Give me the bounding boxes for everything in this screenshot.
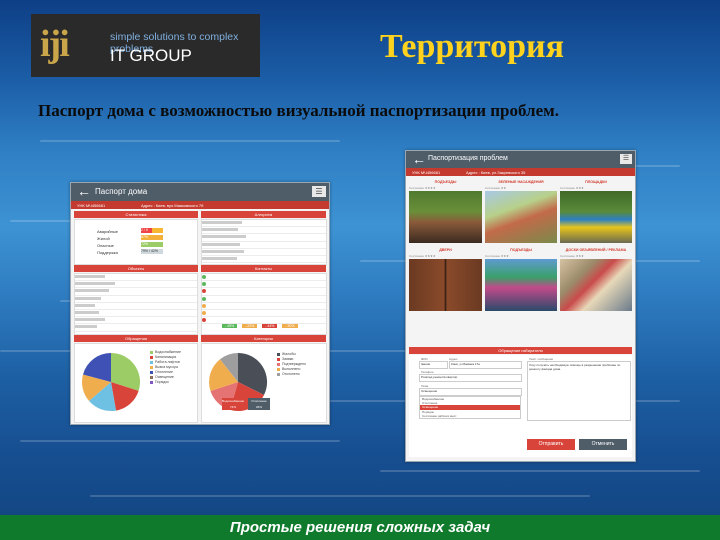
- doors-photo: [409, 259, 482, 311]
- footer-text: Простые решения сложных задач: [229, 519, 491, 536]
- stat-value: 87%: [141, 235, 163, 240]
- badge: - 44%: [262, 324, 278, 329]
- alerts-table: [201, 219, 327, 265]
- cancel-button[interactable]: Отменить: [579, 439, 627, 450]
- stat-value: 72%: [141, 242, 163, 247]
- badge: - 30%: [282, 324, 298, 329]
- problem-tile[interactable]: ДВЕРИ Состояние ★★★★: [409, 248, 482, 311]
- stat-label: Поддержка: [97, 250, 118, 255]
- playground-photo: [560, 191, 632, 243]
- appeals-pie: [82, 353, 140, 412]
- id-label: УНК МЧ456681: [77, 203, 106, 208]
- company-logo: iji simple solutions to complex problems…: [31, 14, 260, 77]
- name-field[interactable]: Іванов: [419, 361, 448, 369]
- topic-dropdown-list[interactable]: Водоснабжение Отопление Освещение Порядо…: [419, 396, 521, 419]
- section-categories: Категории: [201, 335, 326, 342]
- problem-tile[interactable]: ПЛОЩАДКИ Состояние ★★★: [560, 180, 632, 243]
- menu-icon[interactable]: ☰: [620, 154, 632, 164]
- filter-button[interactable]: Отопление 26%: [248, 398, 270, 410]
- screen-title: Паспортизация проблем: [428, 155, 508, 162]
- slide-title: Территория: [380, 28, 565, 65]
- stats-panel: Аварийные 2 / 5 Жилой 87% Опасные 72% По…: [74, 219, 198, 265]
- badge: - 45%: [222, 324, 238, 329]
- phone-field[interactable]: Розклад ремонтів квартир: [419, 374, 522, 382]
- address-text: Адрес : Киев, ул.Закревского 35: [466, 170, 526, 175]
- appeal-form: ФИО Адрес Іванов Киев, ул.Бажана 17а Тел…: [409, 355, 632, 457]
- section-contacts: Контакты: [201, 265, 326, 272]
- address-bar: УНК МЧ456681 Адрес : Киев, вул.Маяковско…: [71, 201, 329, 209]
- app-header: ← Паспортизация проблем ☰: [406, 151, 635, 168]
- entrance-graffiti-photo: [485, 259, 557, 311]
- id-label: УНК МЧ456681: [412, 170, 441, 175]
- stat-label: Жилой: [97, 236, 110, 241]
- problem-tile[interactable]: ЗЕЛЕНЫЕ НАСАЖДЕНИЯ Состояние ★★: [485, 180, 557, 243]
- form-section-title: Обращение избирателя: [409, 347, 632, 354]
- problem-passport-screen: ← Паспортизация проблем ☰ УНК МЧ456681 А…: [405, 150, 636, 462]
- categories-legend: Жалобы Заявки Подтверждено Выполнено Отк…: [277, 352, 306, 377]
- problem-tile[interactable]: ПОДЪЕЗДЫ Состояние ★★★★: [409, 180, 482, 243]
- back-arrow-icon[interactable]: ←: [77, 183, 91, 199]
- section-objects: Объекты: [74, 265, 198, 272]
- greenery-photo: [485, 191, 557, 243]
- menu-icon[interactable]: ☰: [312, 186, 326, 197]
- logo-mark: iji: [40, 23, 70, 65]
- appeals-panel: Водоснабжение Канализация Работа лифтов …: [74, 343, 198, 423]
- stat-value: 79% / 42%: [141, 249, 163, 254]
- send-button[interactable]: Отправить: [527, 439, 575, 450]
- notice-board-photo: [560, 259, 632, 311]
- slide-footer: Простые решения сложных задач: [0, 515, 720, 540]
- problem-tile[interactable]: ДОСКИ ОБЪЯВЛЕНИЙ / РЕКЛАМА Состояние ★★★: [560, 248, 632, 311]
- section-alerts: Алгоритм: [201, 211, 326, 218]
- address-field[interactable]: Киев, ул.Бажана 17а: [449, 361, 522, 369]
- stat-label: Аварийные: [97, 229, 118, 234]
- stat-value: 2 / 5: [141, 228, 163, 233]
- problem-tile[interactable]: ПОДЪЕЗДЫ Состояние ★★★: [485, 248, 557, 311]
- stat-label: Опасные: [97, 243, 114, 248]
- section-appeals: Обращения: [74, 335, 198, 342]
- slide-subtitle: Паспорт дома с возможностью визуальной п…: [38, 101, 559, 120]
- entrance-photo: [409, 191, 482, 243]
- appeals-legend: Водоснабжение Канализация Работа лифтов …: [150, 350, 181, 385]
- logo-group-name: IT GROUP: [110, 46, 192, 65]
- categories-panel: Жалобы Заявки Подтверждено Выполнено Отк…: [201, 343, 327, 423]
- app-header: ← Паспорт дома ☰: [71, 183, 329, 201]
- topic-select[interactable]: Освещение: [419, 388, 522, 396]
- address-bar: УНК МЧ456681 Адрес : Киев, ул.Закревског…: [406, 168, 635, 176]
- filter-button[interactable]: Водоснабжение 74%: [222, 398, 244, 410]
- screen-title: Паспорт дома: [95, 187, 148, 196]
- message-field[interactable]: Хочу получить необходимую помощь в разре…: [527, 361, 631, 421]
- badge: - 22%: [242, 324, 258, 329]
- dropdown-option[interactable]: Состояние рабочих мест: [420, 414, 520, 418]
- address-text: Адрес : Киев, вул.Маяковского 7б: [141, 203, 204, 208]
- contacts-table: - 45% - 22% - 44% - 30%: [201, 273, 327, 335]
- back-arrow-icon[interactable]: ←: [412, 151, 426, 167]
- objects-table: [74, 273, 198, 335]
- section-statistics: Статистика: [74, 211, 198, 218]
- house-passport-screen: ← Паспорт дома ☰ УНК МЧ456681 Адрес : Ки…: [70, 182, 330, 425]
